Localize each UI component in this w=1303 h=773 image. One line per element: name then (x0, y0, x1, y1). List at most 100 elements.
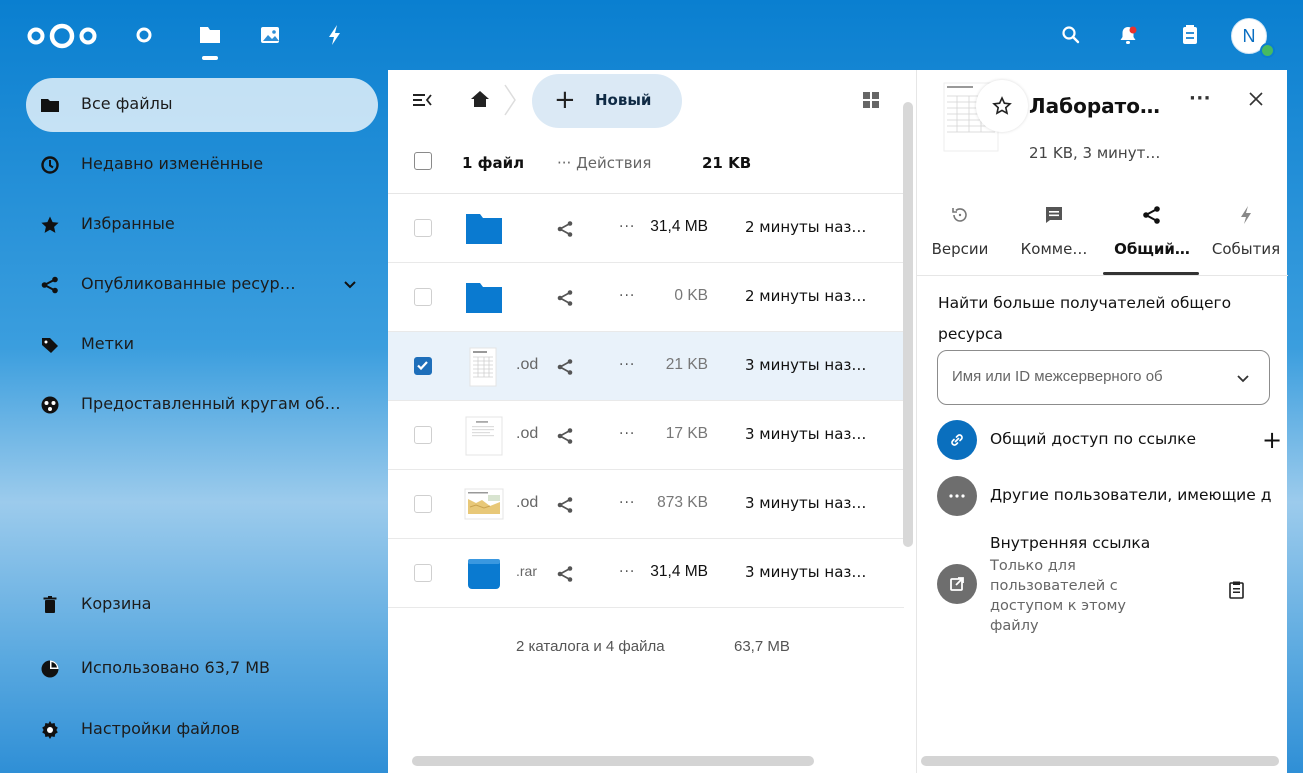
row-actions-menu[interactable]: ··· (619, 564, 635, 580)
link-share-row[interactable]: Общий доступ по ссылке (937, 420, 1288, 460)
new-button[interactable]: + Новый (532, 74, 682, 128)
share-icon (41, 276, 58, 294)
row-actions-menu[interactable]: ··· (619, 357, 635, 373)
details-file-subtitle: 21 KB, 3 минут… (1029, 144, 1161, 162)
nextcloud-logo[interactable] (26, 22, 98, 50)
nav-label: Недавно изменённые (81, 154, 264, 173)
horizontal-scrollbar[interactable] (412, 756, 814, 766)
folder-icon[interactable] (464, 278, 504, 318)
nav-label: Корзина (81, 594, 152, 613)
selection-count: 1 файл (462, 154, 525, 172)
share-icon[interactable] (556, 220, 574, 238)
file-size: 31,4 MB (650, 218, 708, 235)
file-size: 31,4 MB (650, 563, 708, 580)
divider (917, 275, 1288, 276)
details-sidebar: Лаборато… 21 KB, 3 минут… ··· Версии Ком… (916, 70, 1288, 773)
horizontal-scrollbar[interactable] (921, 756, 1279, 766)
file-size: 0 KB (674, 287, 708, 304)
find-sharees-label: Найти больше получателей общего ресурса (938, 294, 1232, 343)
row-checkbox[interactable] (414, 288, 432, 306)
row-actions-menu[interactable]: ··· (619, 426, 635, 442)
chevron-down-icon[interactable] (342, 276, 358, 292)
tab-comments[interactable]: Комме… (1015, 204, 1093, 274)
sharee-search-placeholder: Имя или ID межсерверного об (952, 368, 1163, 385)
tab-sharing[interactable]: Общий… (1105, 204, 1199, 274)
row-checkbox[interactable] (414, 495, 432, 513)
dashboard-circle-icon[interactable] (131, 22, 157, 48)
clipboard-icon[interactable] (1227, 580, 1247, 600)
nav-label: Предоставленный кругам об… (81, 394, 341, 413)
nav-settings[interactable]: Настройки файлов (26, 703, 378, 757)
favorite-button[interactable] (976, 80, 1028, 132)
details-more-menu[interactable]: ··· (1189, 88, 1211, 109)
photos-icon[interactable] (257, 22, 283, 48)
comment-icon (1046, 207, 1062, 223)
folder-icon (41, 99, 59, 112)
nav-all-files[interactable]: Все файлы (26, 78, 378, 132)
table-row[interactable]: .od ··· 17 KB 3 минуты наз… (388, 401, 904, 470)
star-icon (41, 216, 59, 233)
actions-menu[interactable]: ··· Действия (557, 154, 651, 172)
table-row[interactable]: .od ··· 21 KB 3 минуты наз… (388, 332, 904, 401)
row-checkbox[interactable] (414, 219, 432, 237)
vertical-scrollbar[interactable] (903, 102, 913, 547)
contacts-icon[interactable] (1175, 20, 1205, 50)
archive-icon[interactable] (464, 554, 504, 594)
close-icon[interactable] (1245, 88, 1267, 110)
row-actions-menu[interactable]: ··· (619, 219, 635, 235)
share-icon[interactable] (556, 289, 574, 307)
tab-versions[interactable]: Версии (929, 204, 991, 274)
nav-trash[interactable]: Корзина (26, 578, 378, 632)
table-row[interactable]: ··· 31,4 MB 2 минуты наз… (388, 194, 904, 263)
nav-label: Все файлы (81, 94, 173, 113)
share-icon[interactable] (556, 496, 574, 514)
tab-label: События (1211, 240, 1281, 258)
nav-label: Опубликованные ресур… (81, 274, 296, 293)
nav-favorites[interactable]: Избранные (26, 198, 378, 252)
add-link-share-button[interactable]: + (1262, 426, 1282, 454)
table-row[interactable]: ··· 0 KB 2 минуты наз… (388, 263, 904, 332)
nav-tags[interactable]: Метки (26, 318, 378, 372)
search-icon[interactable] (1056, 20, 1086, 50)
grid-view-icon[interactable] (862, 91, 880, 109)
row-actions-menu[interactable]: ··· (619, 288, 635, 304)
select-all-checkbox[interactable] (414, 152, 432, 170)
folder-icon[interactable] (464, 209, 504, 249)
nav-circles[interactable]: Предоставленный кругам об… (26, 378, 378, 432)
table-row[interactable]: .rar ··· 31,4 MB 3 минуты наз… (388, 539, 904, 608)
row-actions-menu[interactable]: ··· (619, 495, 635, 511)
sharee-search-input[interactable]: Имя или ID межсерверного об (937, 350, 1270, 405)
file-mtime: 3 минуты наз… (745, 494, 867, 512)
activity-icon[interactable] (322, 22, 348, 48)
file-mtime: 2 минуты наз… (745, 218, 867, 236)
row-checkbox[interactable] (414, 426, 432, 444)
notifications-icon[interactable] (1113, 20, 1143, 50)
file-extension: .od (516, 494, 539, 511)
share-icon[interactable] (556, 427, 574, 445)
table-row[interactable]: .od ··· 873 KB 3 минуты наз… (388, 470, 904, 539)
activity-icon (1241, 206, 1251, 224)
home-icon[interactable] (470, 89, 490, 109)
document-thumbnail[interactable] (464, 416, 504, 456)
chevron-down-icon[interactable] (1234, 369, 1252, 387)
history-icon (952, 208, 967, 222)
other-users-row[interactable]: Другие пользователи, имеющие д (937, 476, 1288, 516)
tab-activity[interactable]: События (1204, 204, 1288, 274)
spreadsheet-thumbnail[interactable] (464, 347, 504, 387)
image-document-thumbnail[interactable] (464, 485, 504, 525)
share-icon[interactable] (556, 565, 574, 583)
nav-label: Метки (81, 334, 135, 353)
other-users-label: Другие пользователи, имеющие д (990, 486, 1272, 504)
gear-icon (42, 721, 58, 739)
share-icon[interactable] (556, 358, 574, 376)
row-checkbox[interactable] (414, 564, 432, 582)
nav-recent[interactable]: Недавно изменённые (26, 138, 378, 192)
files-folder-icon[interactable] (197, 22, 223, 48)
file-size: 873 KB (657, 494, 708, 511)
nav-shares[interactable]: Опубликованные ресур… (26, 258, 378, 312)
row-checkbox[interactable] (414, 357, 432, 375)
active-app-indicator (202, 56, 218, 60)
nav-label: Избранные (81, 214, 175, 233)
toggle-navigation-icon[interactable] (412, 91, 432, 109)
file-extension: .rar (516, 563, 537, 579)
